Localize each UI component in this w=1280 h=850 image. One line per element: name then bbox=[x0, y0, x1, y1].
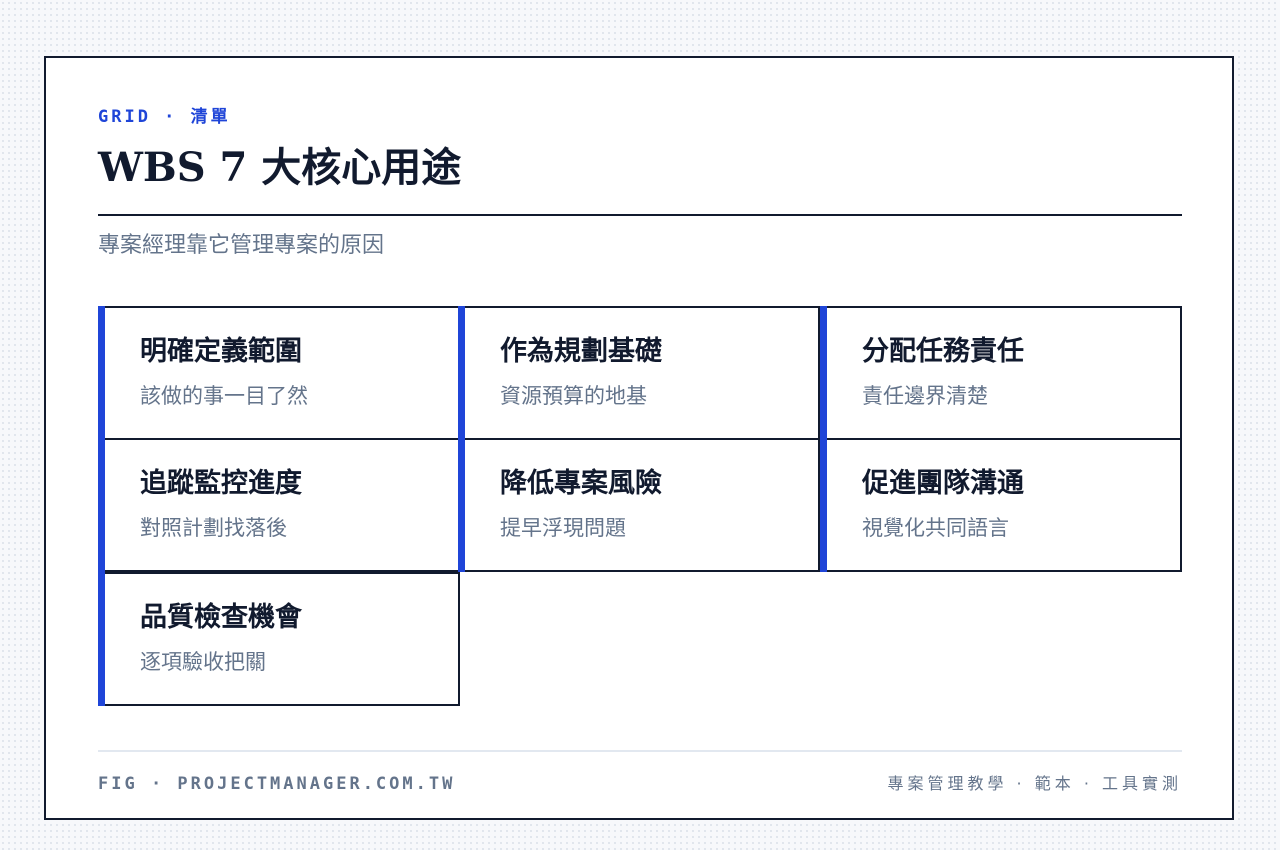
grid-item-title: 品質檢查機會 bbox=[140, 602, 302, 633]
grid-item-title: 促進團隊溝通 bbox=[862, 468, 1024, 499]
grid-item-planning-basis: 作為規劃基礎 資源預算的地基 bbox=[458, 306, 820, 440]
grid-item-title: 追蹤監控進度 bbox=[140, 468, 302, 499]
grid-item-team-communication: 促進團隊溝通 視覺化共同語言 bbox=[820, 438, 1182, 572]
grid-item-desc: 該做的事一目了然 bbox=[140, 384, 308, 408]
grid-item-desc: 資源預算的地基 bbox=[500, 384, 647, 408]
title-divider bbox=[98, 214, 1182, 216]
grid-item-quality-check: 品質檢查機會 逐項驗收把關 bbox=[98, 572, 460, 706]
footer-divider bbox=[98, 750, 1182, 752]
grid-item-title: 分配任務責任 bbox=[862, 336, 1024, 367]
grid-item-desc: 責任邊界清楚 bbox=[862, 384, 988, 408]
grid-item-desc: 提早浮現問題 bbox=[500, 516, 626, 540]
grid-item-reduce-risk: 降低專案風險 提早浮現問題 bbox=[458, 438, 820, 572]
figure-card: GRID · 清單 WBS 7 大核心用途 專案經理靠它管理專案的原因 明確定義… bbox=[44, 56, 1234, 820]
page-title: WBS 7 大核心用途 bbox=[98, 144, 462, 191]
grid-item-desc: 對照計劃找落後 bbox=[140, 516, 287, 540]
grid-item-define-scope: 明確定義範圍 該做的事一目了然 bbox=[98, 306, 460, 440]
page-subtitle: 專案經理靠它管理專案的原因 bbox=[98, 233, 385, 258]
grid-item-title: 作為規劃基礎 bbox=[500, 336, 662, 367]
usage-grid: 明確定義範圍 該做的事一目了然 作為規劃基礎 資源預算的地基 分配任務責任 責任… bbox=[98, 306, 1182, 706]
grid-item-desc: 逐項驗收把關 bbox=[140, 650, 266, 674]
grid-item-title: 明確定義範圍 bbox=[140, 336, 302, 367]
eyebrow-label: GRID · 清單 bbox=[98, 107, 231, 127]
grid-item-title: 降低專案風險 bbox=[500, 468, 662, 499]
footer-source: FIG · PROJECTMANAGER.COM.TW bbox=[98, 774, 456, 794]
grid-item-track-progress: 追蹤監控進度 對照計劃找落後 bbox=[98, 438, 460, 572]
card-content: GRID · 清單 WBS 7 大核心用途 專案經理靠它管理專案的原因 明確定義… bbox=[98, 58, 1182, 818]
grid-item-desc: 視覺化共同語言 bbox=[862, 516, 1009, 540]
footer-tags: 專案管理教學 · 範本 · 工具實測 bbox=[887, 774, 1182, 793]
grid-item-assign-responsibility: 分配任務責任 責任邊界清楚 bbox=[820, 306, 1182, 440]
